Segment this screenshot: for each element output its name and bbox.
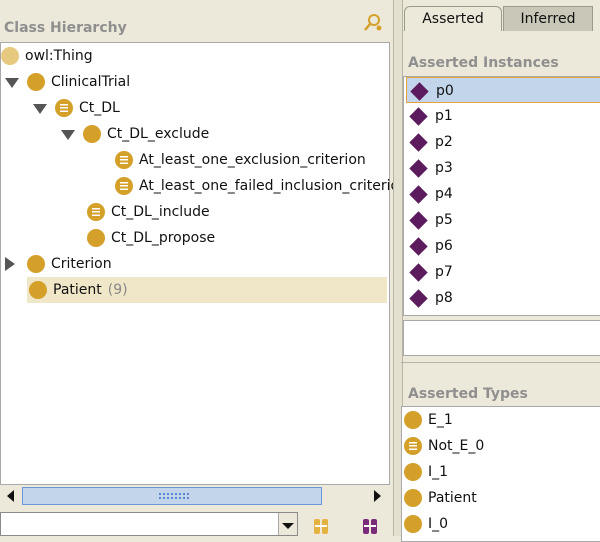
- expand-toggle-icon[interactable]: [33, 104, 47, 114]
- type-item-i-0[interactable]: I_0: [404, 511, 448, 537]
- individual-icon: [409, 236, 428, 256]
- find-class-icon[interactable]: [362, 12, 384, 34]
- class-search-combo[interactable]: [0, 512, 298, 536]
- class-icon: [27, 73, 45, 91]
- individual-icon: [409, 132, 428, 152]
- grip-icon: [158, 492, 190, 501]
- instance-item-p6[interactable]: p6: [406, 233, 600, 259]
- asserted-types-title: Asserted Types: [408, 386, 528, 402]
- instance-item-p3[interactable]: p3: [406, 155, 600, 181]
- type-item-not-e-0[interactable]: Not_E_0: [404, 433, 484, 459]
- defined-class-icon: [404, 437, 422, 455]
- thing-class-icon: [1, 47, 19, 65]
- class-icon: [404, 515, 422, 533]
- pane-separator: [401, 362, 600, 363]
- combo-dropdown-button[interactable]: [278, 513, 297, 535]
- instance-filter-field[interactable]: [403, 320, 600, 356]
- scrollbar-thumb[interactable]: [22, 487, 322, 505]
- types-list[interactable]: E_1 Not_E_0 I_1 Patient I_0: [401, 406, 600, 542]
- defined-class-icon: [87, 203, 105, 221]
- class-icon: [87, 229, 105, 247]
- left-arrow-icon: [7, 490, 14, 502]
- defined-class-icon: [55, 99, 73, 117]
- scroll-left-button[interactable]: [2, 487, 20, 505]
- chevron-down-icon: [282, 523, 294, 529]
- tree-item-ct-dl-propose[interactable]: Ct_DL_propose: [87, 225, 215, 251]
- individual-icon: [410, 81, 429, 101]
- scroll-right-button[interactable]: [368, 487, 386, 505]
- class-search-input[interactable]: [1, 513, 275, 535]
- expand-toggle-icon[interactable]: [5, 78, 19, 88]
- type-item-i-1[interactable]: I_1: [404, 459, 448, 485]
- find-binoculars-icon[interactable]: [312, 517, 330, 535]
- tree-item-at-least-one-exclusion-criterion[interactable]: At_least_one_exclusion_criterion: [115, 147, 366, 173]
- class-icon: [404, 489, 422, 507]
- type-item-patient[interactable]: Patient: [404, 485, 477, 511]
- class-icon: [29, 281, 47, 299]
- instance-count: (9): [107, 282, 128, 298]
- type-item-e-1[interactable]: E_1: [404, 407, 453, 433]
- instance-item-p4[interactable]: p4: [406, 181, 600, 207]
- defined-class-icon: [115, 177, 133, 195]
- individual-icon: [409, 210, 428, 230]
- horizontal-scrollbar[interactable]: [0, 484, 390, 507]
- instances-list[interactable]: p0 p1 p2 p3 p4 p5 p6 p7 p8: [403, 76, 600, 316]
- find-instance-binoculars-icon[interactable]: [361, 517, 379, 535]
- tree-item-ct-dl[interactable]: Ct_DL: [33, 95, 120, 121]
- instance-item-p1[interactable]: p1: [406, 103, 600, 129]
- class-icon: [404, 463, 422, 481]
- class-icon: [27, 255, 45, 273]
- individual-icon: [409, 184, 428, 204]
- individual-icon: [409, 288, 428, 308]
- defined-class-icon: [115, 151, 133, 169]
- class-tree[interactable]: owl:Thing ClinicalTrial Ct_DL Ct_DL_excl…: [0, 42, 408, 486]
- tree-item-owl-thing[interactable]: owl:Thing: [1, 43, 93, 69]
- individual-icon: [409, 158, 428, 178]
- expand-toggle-icon[interactable]: [61, 130, 75, 140]
- class-hierarchy-title: Class Hierarchy: [4, 20, 127, 36]
- tree-item-at-least-one-failed-inclusion-criterion[interactable]: At_least_one_failed_inclusion_criterion: [115, 173, 408, 199]
- class-icon: [404, 411, 422, 429]
- tree-item-ct-dl-exclude[interactable]: Ct_DL_exclude: [61, 121, 209, 147]
- tree-item-clinicaltrial[interactable]: ClinicalTrial: [5, 69, 130, 95]
- instance-item-p2[interactable]: p2: [406, 129, 600, 155]
- asserted-instances-title: Asserted Instances: [408, 55, 559, 71]
- tree-item-ct-dl-include[interactable]: Ct_DL_include: [87, 199, 210, 225]
- class-icon: [83, 125, 101, 143]
- instance-item-p0[interactable]: p0: [406, 77, 600, 103]
- individual-icon: [409, 106, 428, 126]
- tab-asserted[interactable]: Asserted: [404, 6, 502, 31]
- individual-icon: [409, 262, 428, 282]
- tree-item-criterion[interactable]: Criterion: [5, 251, 112, 277]
- tab-inferred[interactable]: Inferred: [503, 6, 593, 31]
- collapse-toggle-icon[interactable]: [5, 257, 15, 271]
- instance-item-p7[interactable]: p7: [406, 259, 600, 285]
- tree-item-patient[interactable]: Patient (9): [27, 277, 387, 303]
- instance-item-p5[interactable]: p5: [406, 207, 600, 233]
- instance-item-p8[interactable]: p8: [406, 285, 600, 311]
- right-arrow-icon: [374, 490, 381, 502]
